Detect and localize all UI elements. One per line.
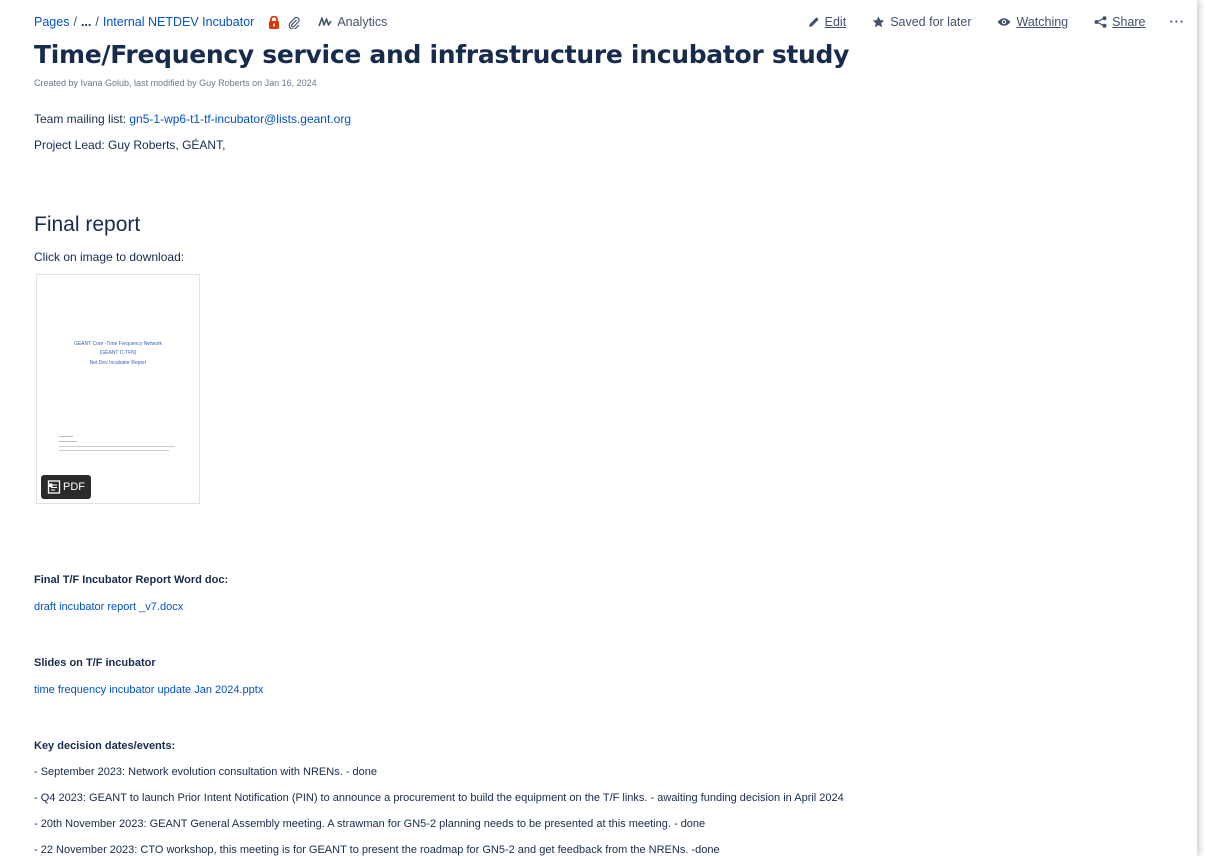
event-item: - September 2023: Network evolution cons…	[34, 766, 378, 778]
word-doc-link[interactable]: draft incubator report _v7.docx	[34, 601, 183, 613]
paperclip-icon[interactable]	[288, 16, 300, 29]
page-title: Time/Frequency service and infrastructur…	[34, 40, 850, 69]
pdf-badge[interactable]: PDF	[41, 475, 91, 499]
document-icon	[47, 480, 61, 494]
more-actions-button[interactable]: ···	[1170, 15, 1186, 29]
report-thumbnail[interactable]: GEANT Core -Time Frequency Network (GÉAN…	[36, 274, 200, 504]
breadcrumb-parent[interactable]: Internal NETDEV Incubator	[103, 15, 254, 29]
slides-label: Slides on T/F incubator	[34, 657, 156, 669]
analytics-icon	[318, 17, 332, 27]
pdf-label: PDF	[63, 481, 85, 493]
event-item: - 20th November 2023: GEANT General Asse…	[34, 818, 706, 830]
watching-label: Watching	[1016, 15, 1069, 29]
download-instruction: Click on image to download:	[34, 250, 185, 264]
breadcrumb: Pages / ... / Internal NETDEV Incubator	[34, 15, 254, 29]
mailing-list-line: Team mailing list: gn5-1-wp6-t1-tf-incub…	[34, 112, 351, 126]
key-dates-label: Key decision dates/events:	[34, 740, 176, 752]
final-report-heading: Final report	[34, 213, 141, 236]
thumb-fine-print	[59, 436, 179, 451]
share-button[interactable]: Share	[1094, 15, 1146, 29]
word-doc-label: Final T/F Incubator Report Word doc:	[34, 574, 229, 586]
page-frame: Pages / ... / Internal NETDEV Incubator …	[0, 0, 1197, 856]
watching-button[interactable]: Watching	[997, 15, 1068, 29]
slides-link[interactable]: time frequency incubator update Jan 2024…	[34, 684, 263, 696]
share-icon	[1094, 16, 1107, 28]
page-actions: Edit Saved for later Watching Share ···	[782, 15, 1185, 29]
star-icon	[872, 16, 885, 28]
analytics-label: Analytics	[337, 15, 388, 29]
lock-icon[interactable]	[268, 15, 280, 29]
event-item: - Q4 2023: GEANT to launch Prior Intent …	[34, 792, 844, 804]
breadcrumb-pages[interactable]: Pages	[34, 15, 69, 29]
page-byline: Created by Ivana Golub, last modified by…	[34, 78, 317, 88]
edit-button[interactable]: Edit	[808, 15, 847, 29]
event-item: - 22 November 2023: CTO workshop, this m…	[34, 844, 720, 856]
project-lead: Project Lead: Guy Roberts, GÉANT,	[34, 138, 226, 152]
thumb-subtitle: (GÉANT C-TFN)	[99, 350, 137, 356]
eye-icon	[997, 18, 1011, 26]
breadcrumb-ellipsis[interactable]: ...	[81, 15, 91, 29]
saved-label: Saved for later	[890, 15, 972, 29]
breadcrumb-separator: /	[95, 15, 99, 29]
mailing-list-link[interactable]: gn5-1-wp6-t1-tf-incubator@lists.geant.or…	[129, 112, 351, 126]
analytics-button[interactable]: Analytics	[318, 15, 387, 29]
breadcrumb-separator: /	[73, 15, 77, 29]
pencil-icon	[808, 17, 819, 27]
save-for-later-button[interactable]: Saved for later	[872, 15, 971, 29]
thumb-report-name: Net Dev Incubator Report	[89, 360, 147, 366]
mailing-list-label: Team mailing list:	[34, 112, 127, 126]
thumb-title: GEANT Core -Time Frequency Network	[73, 341, 163, 347]
edit-label: Edit	[824, 15, 847, 29]
share-label: Share	[1112, 15, 1146, 29]
top-bar: Pages / ... / Internal NETDEV Incubator …	[34, 12, 1185, 32]
